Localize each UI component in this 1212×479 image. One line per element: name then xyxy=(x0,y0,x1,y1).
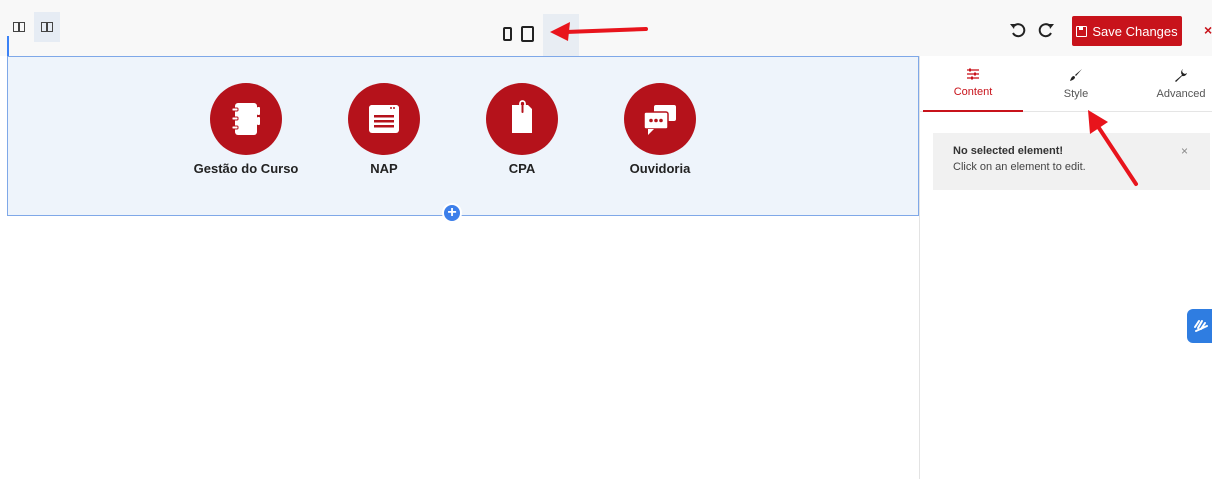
icon-circle xyxy=(348,83,420,155)
section-selection-marker xyxy=(7,36,9,56)
icon-box-label: CPA xyxy=(508,161,536,176)
notice-close-button[interactable]: × xyxy=(1181,144,1188,158)
annotation-arrow-icon xyxy=(1088,110,1138,186)
tab-label: Style xyxy=(1063,88,1089,100)
annotation-arrow-icon xyxy=(550,22,648,41)
icon-section[interactable]: Gestão do Curso NAP CPA Ouvidoria xyxy=(7,56,919,216)
settings-sidebar: Content Style Advanced No selected eleme… xyxy=(919,56,1212,479)
icon-box-nap[interactable]: NAP xyxy=(314,83,454,176)
sliders-icon xyxy=(967,68,979,80)
floppy-disk-icon xyxy=(1076,25,1088,37)
sign-language-hands-icon xyxy=(1194,320,1208,332)
tab-label: Content xyxy=(953,86,993,98)
tab-label: Advanced xyxy=(1156,88,1206,100)
tab-advanced[interactable]: Advanced xyxy=(1131,56,1212,112)
icon-box-label: Ouvidoria xyxy=(629,161,691,176)
layout-panel-toggle-button[interactable] xyxy=(34,12,60,42)
browser-list-icon xyxy=(369,105,399,133)
panel-layout-icon xyxy=(41,22,53,32)
accessibility-button[interactable] xyxy=(1187,309,1212,343)
paintbrush-icon xyxy=(1070,69,1082,81)
notice-text: Click on an element to edit. xyxy=(953,161,1086,173)
tablet-view-button[interactable] xyxy=(510,14,544,54)
sidebar-tabs: Content Style Advanced xyxy=(920,56,1212,112)
no-selection-notice: No selected element! Click on an element… xyxy=(933,133,1210,190)
tab-style[interactable]: Style xyxy=(1026,56,1126,112)
clipped-document-icon xyxy=(512,100,532,133)
tablet-icon xyxy=(520,26,534,42)
icon-circle xyxy=(486,83,558,155)
undo-icon[interactable] xyxy=(1008,20,1028,40)
panel-layout-icon xyxy=(13,22,25,32)
plus-icon: + xyxy=(447,204,457,221)
chat-bubbles-icon xyxy=(643,105,676,135)
notice-title: No selected element! xyxy=(953,145,1064,157)
left-panel-toggle-button[interactable] xyxy=(6,12,32,42)
icon-box-label: NAP xyxy=(370,161,398,176)
save-changes-label: Save Changes xyxy=(1092,23,1178,39)
icon-box-label: Gestão do Curso xyxy=(193,161,299,176)
icon-circle xyxy=(624,83,696,155)
icon-box-cpa[interactable]: CPA xyxy=(452,83,592,176)
save-changes-button[interactable]: Save Changes xyxy=(1072,16,1182,46)
add-section-button[interactable]: + xyxy=(442,203,462,223)
close-editor-button[interactable]: × xyxy=(1204,22,1212,38)
tab-content[interactable]: Content xyxy=(923,56,1023,112)
wrench-icon xyxy=(1175,69,1187,82)
notebook-icon xyxy=(231,103,260,135)
redo-icon[interactable] xyxy=(1036,20,1056,40)
icon-box-ouvidoria[interactable]: Ouvidoria xyxy=(590,83,730,176)
icon-box-gestao-do-curso[interactable]: Gestão do Curso xyxy=(176,83,316,176)
icon-circle xyxy=(210,83,282,155)
